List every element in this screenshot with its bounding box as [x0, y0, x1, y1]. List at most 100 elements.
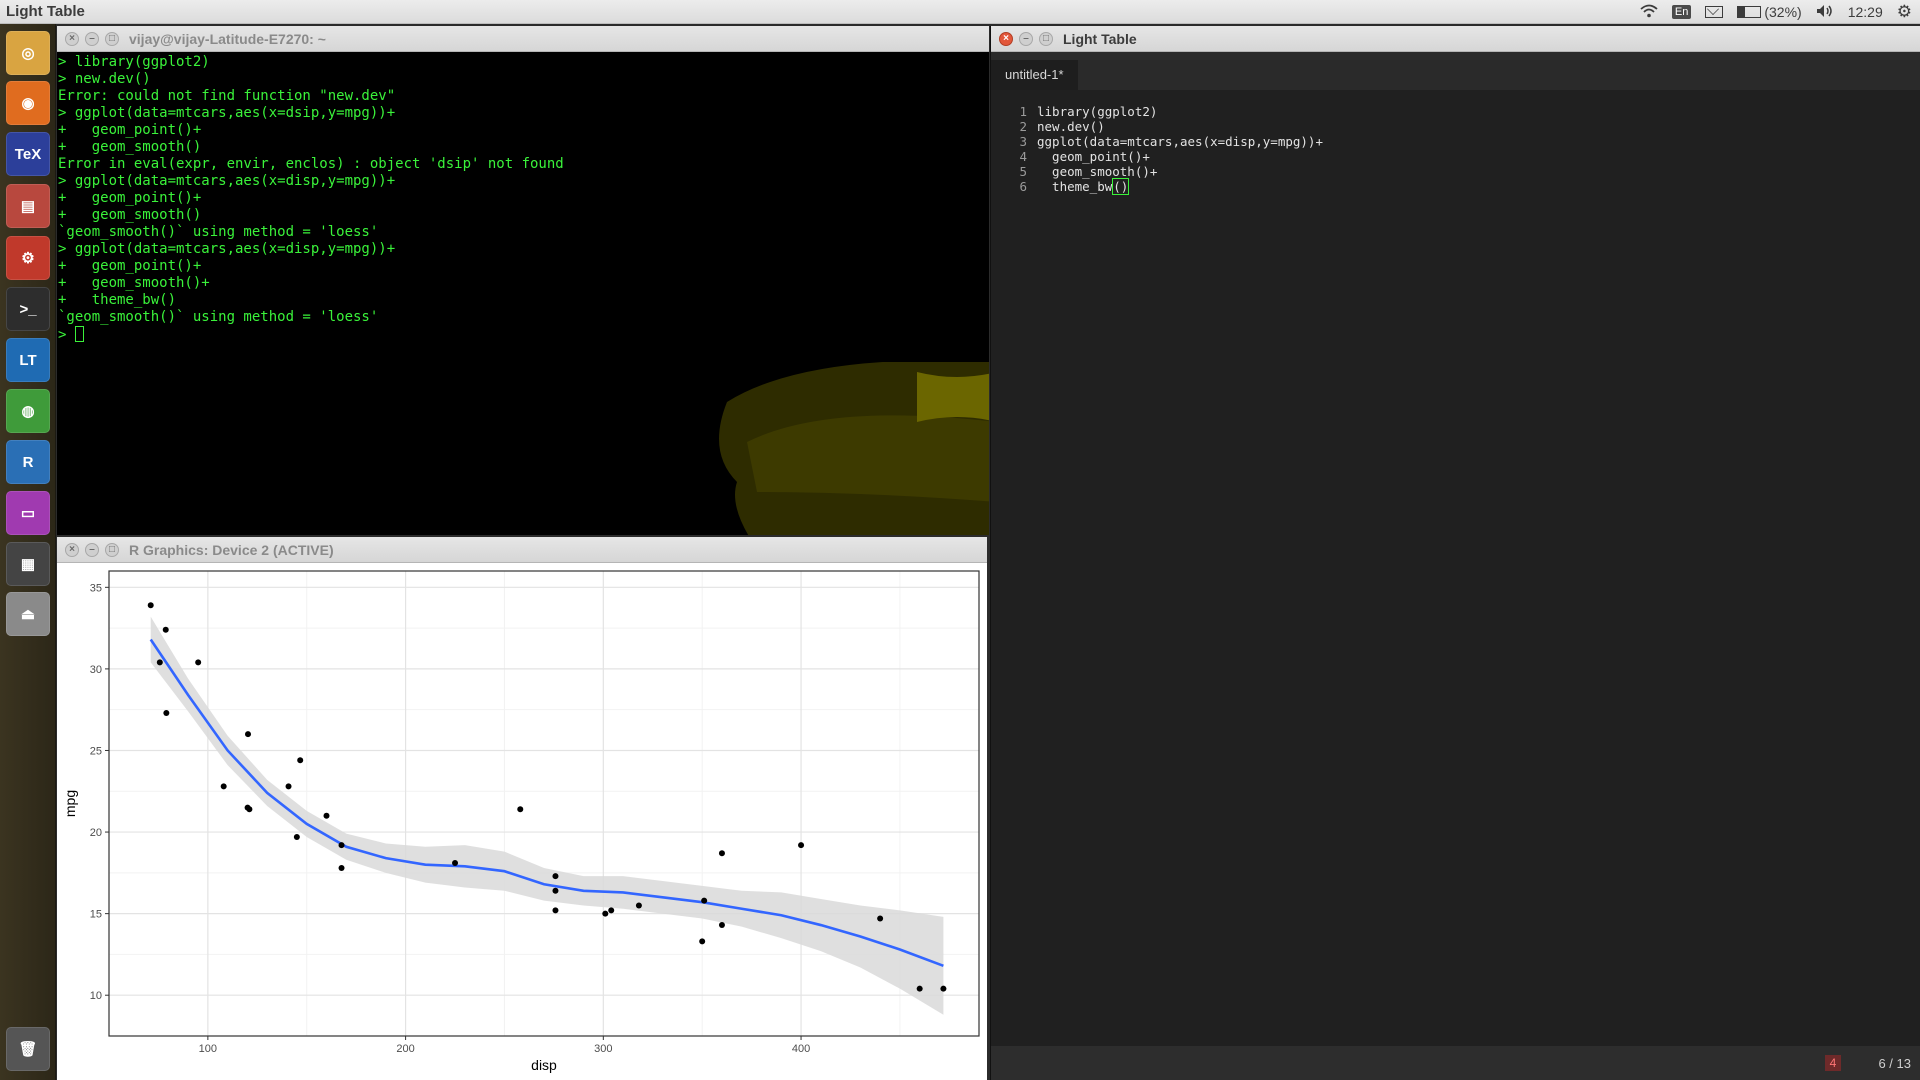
terminal-output[interactable]: > library(ggplot2) > new.dev() Error: coul… — [57, 52, 989, 535]
terminal-line: > new.dev() — [58, 71, 151, 87]
power-gear-icon[interactable]: ⚙ — [1897, 2, 1912, 22]
code-text: new.dev() — [1037, 119, 1105, 134]
clock[interactable]: 12:29 — [1848, 4, 1883, 20]
volume-icon[interactable] — [1816, 4, 1834, 21]
data-point — [602, 910, 609, 917]
launcher-light-table[interactable]: LT — [6, 338, 50, 382]
minimize-icon[interactable]: – — [85, 543, 99, 557]
data-point — [940, 985, 947, 992]
top-panel: Light Table En (32%) 12:29 ⚙ — [0, 0, 1920, 24]
firefox-icon: ◉ — [21, 95, 35, 112]
terminal-line: + theme_bw() — [58, 292, 177, 308]
data-point — [452, 860, 459, 867]
x-tick-label: 400 — [792, 1043, 810, 1055]
terminal-titlebar[interactable]: × – □ vijay@vijay-Latitude-E7270: ~ — [57, 26, 989, 52]
launcher-trash[interactable]: 🗑 — [6, 1027, 50, 1071]
wifi-icon[interactable] — [1640, 4, 1658, 21]
launcher-terminal[interactable]: >_ — [6, 287, 50, 331]
launcher-files[interactable]: ▤ — [6, 184, 50, 228]
code-line: 4 geom_point()+ — [991, 149, 1920, 164]
tab-untitled-1[interactable]: untitled-1* — [991, 60, 1078, 90]
data-point — [285, 783, 292, 790]
terminal-line: > ggplot(data=mtcars,aes(x=disp,y=mpg))+ — [58, 241, 396, 257]
window-icon: ▭ — [20, 505, 36, 522]
launcher-system-settings[interactable]: ⚙ — [6, 236, 50, 280]
r-icon: R — [22, 453, 34, 471]
line-number: 2 — [1019, 119, 1027, 134]
launcher-texmaker[interactable]: TeX — [6, 132, 50, 176]
line-number: 4 — [1019, 149, 1027, 164]
active-app-title: Light Table — [6, 3, 85, 20]
file-cabinet-icon: ▤ — [20, 198, 36, 215]
line-number: 3 — [1019, 134, 1027, 149]
keyboard-layout-indicator[interactable]: En — [1671, 5, 1692, 19]
battery-indicator[interactable]: (32%) — [1737, 4, 1802, 20]
data-point — [163, 709, 170, 716]
data-point — [338, 864, 345, 871]
code-line: 6 theme_bw() — [991, 178, 1920, 195]
x-axis-label: disp — [531, 1057, 557, 1073]
data-point — [718, 850, 725, 857]
terminal-cursor — [74, 326, 84, 342]
y-tick-label: 15 — [90, 909, 102, 921]
terminal-line: + geom_point()+ — [58, 190, 202, 206]
launcher-firefox[interactable]: ◉ — [6, 81, 50, 125]
code-editor[interactable]: 1 library(ggplot2) 2 new.dev() 3 ggplot(data=… — [991, 90, 1920, 195]
terminal-icon: >_ — [19, 300, 37, 318]
terminal-line: `geom_smooth()` using method = 'loess' — [58, 309, 379, 325]
data-point — [877, 915, 884, 922]
close-icon[interactable]: × — [65, 543, 79, 557]
code-text: ggplot(data=mtcars,aes(x=disp,y=mpg))+ — [1037, 134, 1323, 149]
maximize-icon[interactable]: □ — [1039, 32, 1053, 46]
data-point — [162, 626, 169, 633]
mail-icon[interactable] — [1705, 6, 1724, 18]
battery-icon — [1737, 6, 1762, 18]
code-text: geom_smooth()+ — [1037, 164, 1157, 179]
cursor-position: 6 / 13 — [1878, 1056, 1911, 1071]
launcher: ◎ ◉ TeX ▤ ⚙ >_ LT ◍ R ▭ ▦ ⏏ 🗑 — [0, 24, 56, 1080]
x-tick-label: 300 — [594, 1043, 612, 1055]
y-tick-label: 30 — [90, 664, 102, 676]
terminal-line: > ggplot(data=mtcars,aes(x=disp,y=mpg))+ — [58, 173, 396, 189]
data-point — [156, 659, 163, 666]
code-line: 5 geom_smooth()+ — [991, 164, 1920, 179]
data-point — [798, 842, 805, 849]
data-point — [699, 938, 706, 945]
lighttable-titlebar[interactable]: × – □ Light Table — [991, 26, 1920, 52]
plot-panel-background — [109, 571, 979, 1036]
lighttable-title: Light Table — [1063, 31, 1137, 47]
launcher-usb-creator[interactable]: ⏏ — [6, 592, 50, 636]
line-number: 6 — [1019, 179, 1027, 194]
r-graphics-window[interactable]: × – □ R Graphics: Device 2 (ACTIVE) 100 2… — [57, 537, 987, 1080]
chrome-icon: ◍ — [21, 403, 35, 420]
data-point — [245, 731, 252, 738]
line-number: 1 — [1019, 104, 1027, 119]
data-point — [220, 783, 227, 790]
workspace-icon: ▦ — [20, 556, 36, 573]
close-icon[interactable]: × — [999, 32, 1013, 46]
minimize-icon[interactable]: – — [1019, 32, 1033, 46]
y-tick-label: 25 — [90, 745, 102, 757]
matched-paren: () — [1112, 178, 1130, 195]
launcher-chrome[interactable]: ◍ — [6, 389, 50, 433]
lighttable-statusbar: 4 6 / 13 — [991, 1046, 1920, 1080]
data-point — [195, 659, 202, 666]
r-graphics-titlebar[interactable]: × – □ R Graphics: Device 2 (ACTIVE) — [57, 537, 987, 563]
data-point — [297, 757, 304, 764]
data-point — [246, 806, 253, 813]
launcher-workspace-switcher[interactable]: ▦ — [6, 542, 50, 586]
launcher-ubuntu-dash[interactable]: ◎ — [6, 31, 50, 75]
maximize-icon[interactable]: □ — [105, 32, 119, 46]
line-number: 5 — [1019, 164, 1027, 179]
maximize-icon[interactable]: □ — [105, 543, 119, 557]
terminal-line: `geom_smooth()` using method = 'loess' — [58, 224, 379, 240]
x-tick-label: 200 — [396, 1043, 414, 1055]
terminal-window[interactable]: × – □ vijay@vijay-Latitude-E7270: ~ > li… — [57, 26, 989, 535]
launcher-window-app[interactable]: ▭ — [6, 491, 50, 535]
minimize-icon[interactable]: – — [85, 32, 99, 46]
lighttable-window[interactable]: × – □ Light Table untitled-1* 1 library(g… — [990, 26, 1920, 1080]
launcher-r[interactable]: R — [6, 440, 50, 484]
error-count-badge[interactable]: 4 — [1825, 1055, 1841, 1071]
close-icon[interactable]: × — [65, 32, 79, 46]
code-text: geom_point()+ — [1037, 149, 1150, 164]
